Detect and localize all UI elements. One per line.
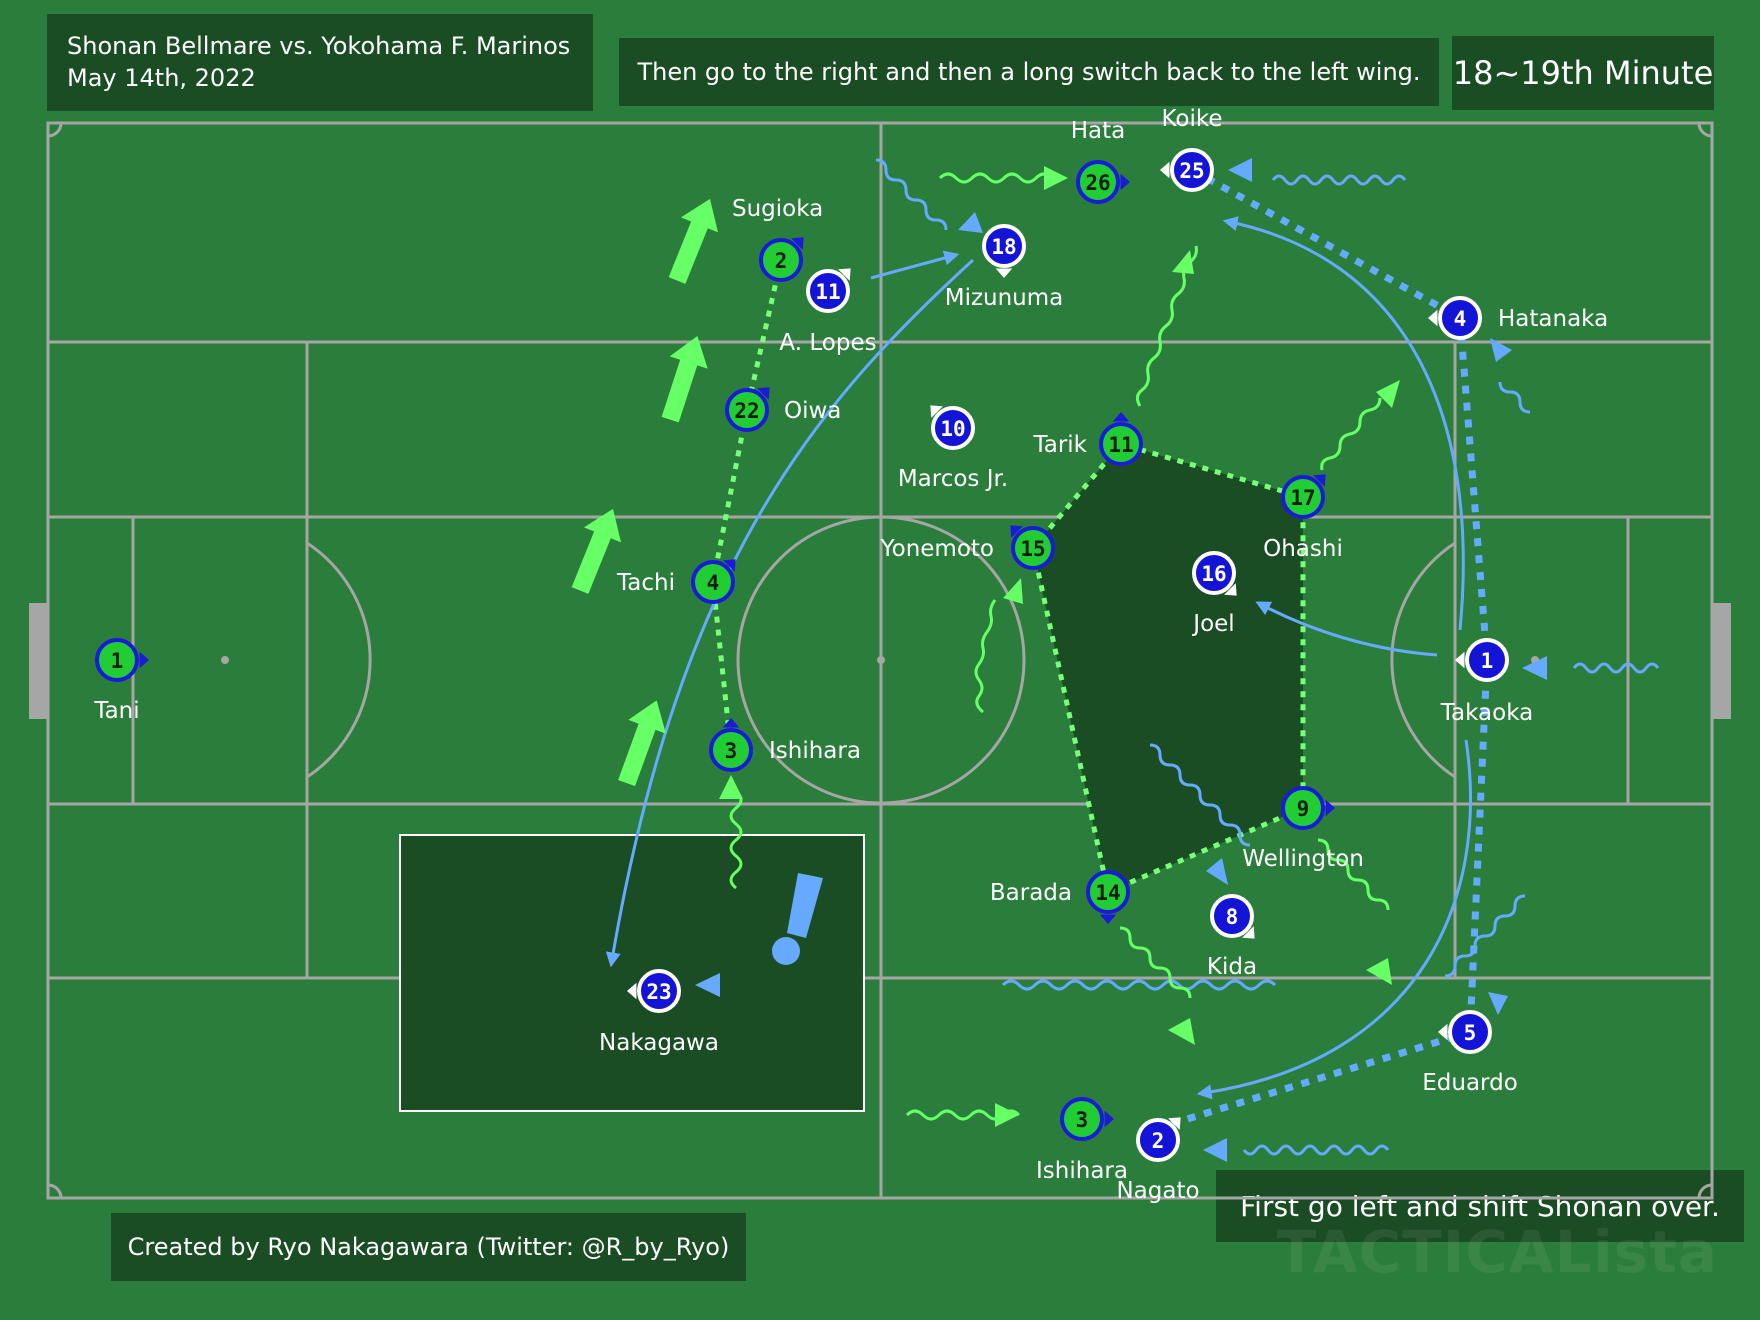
marinos-player-marcos-jr-: 10 Marcos Jr. [898,405,1008,492]
player-number: 18 [991,235,1016,259]
player-name: Koike [1161,106,1222,132]
player-name: Marcos Jr. [898,466,1008,492]
player-number: 1 [1481,649,1494,673]
player-number: 17 [1290,486,1315,510]
player-number: 5 [1464,1021,1477,1045]
facing-indicator [1112,412,1130,422]
left-goal [29,603,47,719]
shonan-player-tani: 1 Tani [93,638,149,724]
shonan-player-yonemoto: 15 Yonemoto [880,525,1055,570]
player-name: Nakagawa [599,1030,719,1056]
player-name: Eduardo [1422,1070,1518,1096]
player-name: Kida [1207,954,1257,980]
player-name: Tani [93,698,139,724]
player-name: Barada [990,880,1072,906]
player-name: Ishihara [769,738,861,764]
player-name: Ishihara [1036,1158,1128,1184]
facing-indicator [1104,1110,1114,1128]
marinos-player-eduardo: 5 Eduardo [1422,1010,1518,1096]
player-number: 1 [111,649,124,673]
player-number: 10 [940,417,965,441]
shonan-player-tarik: 11 Tarik [1032,412,1143,466]
player-name: Mizunuma [945,285,1064,311]
facing-indicator [995,268,1013,278]
marinos-player-nagato: 2 Nagato [1116,1117,1200,1204]
facing-indicator [1428,309,1438,327]
player-name: Oiwa [784,398,841,424]
facing-indicator [1325,799,1335,817]
shonan-player-sugioka: 2 Sugioka [732,196,823,282]
player-name: Hata [1071,118,1126,144]
player-number: 9 [1297,797,1310,821]
facing-indicator [1120,173,1130,191]
shonan-player-hata: 26 Hata [1071,118,1130,204]
facing-indicator [1099,914,1117,924]
player-number: 15 [1020,537,1045,561]
player-number: 23 [646,980,671,1004]
player-number: 4 [707,571,720,595]
facing-indicator [1160,161,1170,179]
player-number: 11 [1108,433,1133,457]
player-number: 26 [1085,171,1110,195]
player-name: Ohashi [1263,536,1343,562]
player-number: 8 [1226,905,1239,929]
facing-indicator [1438,1023,1448,1041]
player-name: Tachi [616,570,675,596]
player-name: Hatanaka [1498,306,1608,332]
facing-indicator [722,718,740,728]
right-goal [1713,603,1731,719]
player-name: Wellington [1242,846,1364,872]
facing-indicator [139,651,149,669]
player-number: 16 [1201,562,1226,586]
player-name: Takaoka [1440,700,1533,726]
shonan-player-barada: 14 Barada [990,870,1130,924]
shonan-player-ishihara: 3 Ishihara [709,718,861,772]
player-name: Nagato [1116,1178,1199,1204]
player-number: 3 [725,739,738,763]
player-number: 22 [734,399,759,423]
player-number: 3 [1076,1108,1089,1132]
player-name: Sugioka [732,196,823,222]
player-number: 25 [1179,159,1204,183]
marinos-player-koike: 25 Koike [1160,106,1223,192]
marinos-player-hatanaka: 4 Hatanaka [1428,296,1608,340]
pitch-diagram: 1 Tani 2 Sugioka 22 Oiwa 4 Tachi 3 Ishihara 26 Hata… [29,106,1731,1204]
danger-zone [399,834,865,1112]
marinos-player-kida: 8 Kida [1207,894,1257,980]
shonan-player-tachi: 4 Tachi [616,559,736,604]
push-arrows-green [571,198,719,787]
player-number: 2 [1152,1129,1165,1153]
player-name: Joel [1191,611,1234,637]
player-number: 4 [1454,307,1467,331]
shonan-player-ishihara: 3 Ishihara [1036,1097,1128,1184]
player-number: 2 [775,249,788,273]
player-number: 14 [1095,881,1120,905]
player-name: A. Lopes [779,330,876,356]
marinos-player-a-lopes: 11 A. Lopes [779,268,877,356]
player-name: Yonemoto [880,536,994,562]
player-number: 11 [815,280,840,304]
player-name: Tarik [1032,432,1087,458]
shonan-player-oiwa: 22 Oiwa [725,387,841,432]
